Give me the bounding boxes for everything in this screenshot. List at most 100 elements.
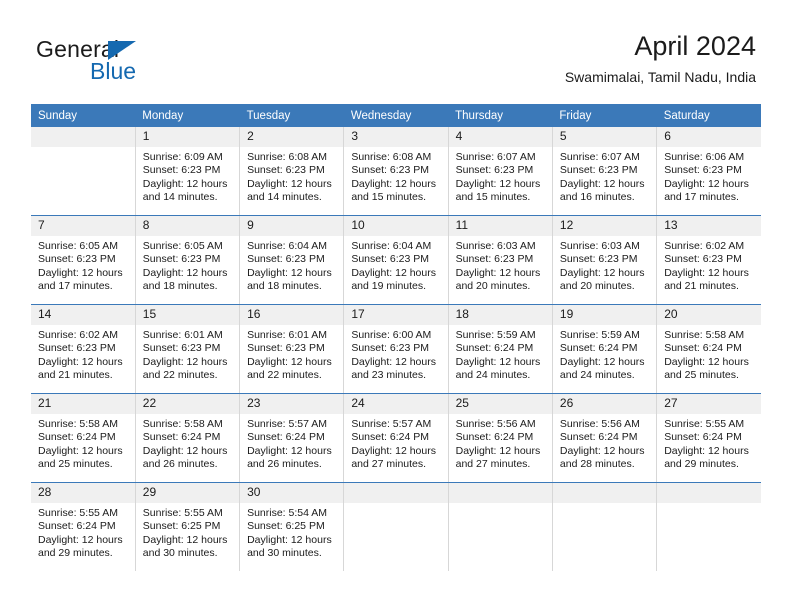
- daylight-duration-line2: and 18 minutes.: [247, 280, 322, 293]
- sunset-time: Sunset: 6:24 PM: [247, 431, 325, 444]
- weekday-header-tuesday: Tuesday: [239, 104, 344, 127]
- calendar-day-cell[interactable]: 16 Sunrise: 6:01 AM Sunset: 6:23 PM Dayligh…: [239, 304, 344, 394]
- sunset-time: Sunset: 6:24 PM: [351, 431, 429, 444]
- daylight-duration-line1: Daylight: 12 hours: [664, 266, 749, 279]
- weekday-header-sunday: Sunday: [31, 104, 136, 127]
- logo-text-blue: Blue: [90, 58, 137, 84]
- calendar-day-cell[interactable]: 19 Sunrise: 5:59 AM Sunset: 6:24 PM Dayligh…: [551, 304, 657, 394]
- calendar-day-cell[interactable]: 3 Sunrise: 6:08 AM Sunset: 6:23 PM Daylight…: [343, 127, 449, 216]
- sunset-time: Sunset: 6:23 PM: [351, 342, 429, 355]
- calendar-day-cell[interactable]: 13 Sunrise: 6:02 AM Sunset: 6:23 PM Dayligh…: [656, 215, 761, 305]
- sunrise-time: Sunrise: 5:58 AM: [664, 329, 745, 341]
- sunrise-time: Sunrise: 6:00 AM: [351, 329, 432, 341]
- daylight-duration-line2: and 25 minutes.: [38, 458, 113, 471]
- day-details: Sunrise: 5:55 AM Sunset: 6:24 PM Daylight:…: [657, 414, 761, 472]
- day-details: Sunrise: 6:02 AM Sunset: 6:23 PM Daylight:…: [31, 325, 135, 383]
- calendar-day-cell[interactable]: 14 Sunrise: 6:02 AM Sunset: 6:23 PM Dayligh…: [31, 304, 136, 394]
- calendar-week-row: 7 Sunrise: 6:05 AM Sunset: 6:23 PM Daylight…: [31, 215, 761, 305]
- sunrise-time: Sunrise: 6:03 AM: [559, 240, 640, 252]
- daylight-duration-line1: Daylight: 12 hours: [38, 355, 123, 368]
- sunrise-time: Sunrise: 5:59 AM: [455, 329, 536, 341]
- calendar-day-cell[interactable]: 18 Sunrise: 5:59 AM Sunset: 6:24 PM Dayligh…: [447, 304, 553, 394]
- day-number: 20: [657, 305, 761, 325]
- daylight-duration-line2: and 29 minutes.: [664, 458, 739, 471]
- daylight-duration-line2: and 20 minutes.: [559, 280, 635, 293]
- daylight-duration-line1: Daylight: 12 hours: [664, 444, 749, 457]
- calendar-day-cell[interactable]: 7 Sunrise: 6:05 AM Sunset: 6:23 PM Daylight…: [31, 215, 136, 305]
- day-details: Sunrise: 6:06 AM Sunset: 6:23 PM Daylight:…: [657, 147, 761, 205]
- daylight-duration-line1: Daylight: 12 hours: [142, 355, 228, 368]
- sunset-time: Sunset: 6:24 PM: [559, 342, 638, 355]
- calendar-day-cell[interactable]: 17 Sunrise: 6:00 AM Sunset: 6:23 PM Dayligh…: [343, 304, 449, 394]
- calendar-day-cell[interactable]: 20 Sunrise: 5:58 AM Sunset: 6:24 PM Dayligh…: [656, 304, 761, 394]
- calendar-day-cell[interactable]: 8 Sunrise: 6:05 AM Sunset: 6:23 PM Daylight…: [134, 215, 240, 305]
- calendar-day-cell[interactable]: 25 Sunrise: 5:56 AM Sunset: 6:24 PM Dayligh…: [447, 393, 553, 483]
- daylight-duration-line1: Daylight: 12 hours: [142, 533, 228, 546]
- calendar-day-cell[interactable]: 2 Sunrise: 6:08 AM Sunset: 6:23 PM Daylight…: [239, 127, 344, 216]
- daylight-duration-line1: Daylight: 12 hours: [559, 444, 645, 457]
- sunrise-time: Sunrise: 6:03 AM: [455, 240, 536, 252]
- day-details: Sunrise: 5:59 AM Sunset: 6:24 PM Daylight:…: [553, 325, 656, 383]
- calendar-day-cell[interactable]: 9 Sunrise: 6:04 AM Sunset: 6:23 PM Daylight…: [239, 215, 344, 305]
- daylight-duration-line1: Daylight: 12 hours: [247, 533, 332, 546]
- daylight-duration-line1: Daylight: 12 hours: [664, 177, 749, 190]
- calendar-day-cell-empty: [31, 127, 136, 216]
- calendar-day-cell[interactable]: 5 Sunrise: 6:07 AM Sunset: 6:23 PM Daylight…: [551, 127, 657, 216]
- calendar-day-cell[interactable]: 1 Sunrise: 6:09 AM Sunset: 6:23 PM Daylight…: [134, 127, 240, 216]
- page-title: April 2024: [634, 31, 756, 61]
- daylight-duration-line2: and 15 minutes.: [351, 191, 427, 204]
- sunset-time: Sunset: 6:23 PM: [559, 164, 638, 177]
- calendar-day-cell[interactable]: 21 Sunrise: 5:58 AM Sunset: 6:24 PM Dayligh…: [31, 393, 136, 483]
- calendar-day-cell[interactable]: 11 Sunrise: 6:03 AM Sunset: 6:23 PM Dayligh…: [447, 215, 553, 305]
- day-number: 13: [657, 216, 761, 236]
- sunset-time: Sunset: 6:23 PM: [247, 164, 325, 177]
- calendar-day-cell[interactable]: 27 Sunrise: 5:55 AM Sunset: 6:24 PM Dayligh…: [656, 393, 761, 483]
- sunset-time: Sunset: 6:24 PM: [455, 431, 534, 444]
- calendar-day-cell[interactable]: 12 Sunrise: 6:03 AM Sunset: 6:23 PM Dayligh…: [551, 215, 657, 305]
- day-details: Sunrise: 6:00 AM Sunset: 6:23 PM Daylight:…: [344, 325, 447, 383]
- daylight-duration-line1: Daylight: 12 hours: [142, 444, 228, 457]
- daylight-duration-line2: and 17 minutes.: [664, 191, 739, 204]
- sunset-time: Sunset: 6:25 PM: [247, 520, 325, 533]
- day-number: 14: [31, 305, 135, 325]
- calendar-day-cell[interactable]: 29 Sunrise: 5:55 AM Sunset: 6:25 PM Dayligh…: [134, 482, 240, 571]
- calendar-day-cell[interactable]: 10 Sunrise: 6:04 AM Sunset: 6:23 PM Dayligh…: [343, 215, 449, 305]
- page-header: General Blue April 2024 Swamimalai, Tami…: [0, 0, 792, 100]
- calendar-day-cell[interactable]: 28 Sunrise: 5:55 AM Sunset: 6:24 PM Dayligh…: [31, 482, 136, 571]
- day-number: 3: [344, 127, 448, 147]
- sunset-time: Sunset: 6:23 PM: [142, 342, 221, 355]
- weekday-header-wednesday: Wednesday: [343, 104, 449, 127]
- calendar-day-cell[interactable]: 23 Sunrise: 5:57 AM Sunset: 6:24 PM Dayligh…: [239, 393, 344, 483]
- calendar-week-row: 1 Sunrise: 6:09 AM Sunset: 6:23 PM Daylight…: [31, 127, 761, 216]
- day-number: 10: [344, 216, 448, 236]
- sunrise-time: Sunrise: 5:55 AM: [664, 418, 745, 430]
- day-number: [657, 483, 761, 503]
- sunrise-time: Sunrise: 5:55 AM: [38, 507, 118, 519]
- day-number: 19: [552, 305, 657, 325]
- calendar-day-cell-empty: [551, 482, 657, 571]
- day-number: 30: [240, 483, 344, 503]
- calendar-day-cell[interactable]: 26 Sunrise: 5:56 AM Sunset: 6:24 PM Dayligh…: [551, 393, 657, 483]
- calendar-day-cell[interactable]: 6 Sunrise: 6:06 AM Sunset: 6:23 PM Daylight…: [656, 127, 761, 216]
- sunrise-time: Sunrise: 6:01 AM: [142, 329, 223, 341]
- daylight-duration-line2: and 22 minutes.: [142, 369, 218, 382]
- calendar-day-cell[interactable]: 15 Sunrise: 6:01 AM Sunset: 6:23 PM Dayligh…: [134, 304, 240, 394]
- sunrise-time: Sunrise: 6:08 AM: [247, 151, 328, 163]
- day-number: 12: [552, 216, 657, 236]
- day-details: Sunrise: 5:58 AM Sunset: 6:24 PM Daylight:…: [31, 414, 135, 472]
- calendar-day-cell[interactable]: 4 Sunrise: 6:07 AM Sunset: 6:23 PM Daylight…: [447, 127, 553, 216]
- calendar-day-cell[interactable]: 22 Sunrise: 5:58 AM Sunset: 6:24 PM Dayligh…: [134, 393, 240, 483]
- day-number: 5: [552, 127, 657, 147]
- day-details: Sunrise: 6:01 AM Sunset: 6:23 PM Daylight:…: [240, 325, 343, 383]
- calendar-day-cell[interactable]: 24 Sunrise: 5:57 AM Sunset: 6:24 PM Dayligh…: [343, 393, 449, 483]
- sunset-time: Sunset: 6:23 PM: [559, 253, 638, 266]
- sunset-time: Sunset: 6:23 PM: [38, 253, 116, 266]
- sunset-time: Sunset: 6:23 PM: [351, 253, 429, 266]
- weekday-header-thursday: Thursday: [448, 104, 553, 127]
- day-details: Sunrise: 5:58 AM Sunset: 6:24 PM Daylight:…: [657, 325, 761, 383]
- daylight-duration-line2: and 21 minutes.: [38, 369, 113, 382]
- daylight-duration-line2: and 14 minutes.: [247, 191, 322, 204]
- daylight-duration-line1: Daylight: 12 hours: [559, 355, 645, 368]
- weekday-header-friday: Friday: [552, 104, 657, 127]
- calendar-day-cell[interactable]: 30 Sunrise: 5:54 AM Sunset: 6:25 PM Dayligh…: [239, 482, 344, 571]
